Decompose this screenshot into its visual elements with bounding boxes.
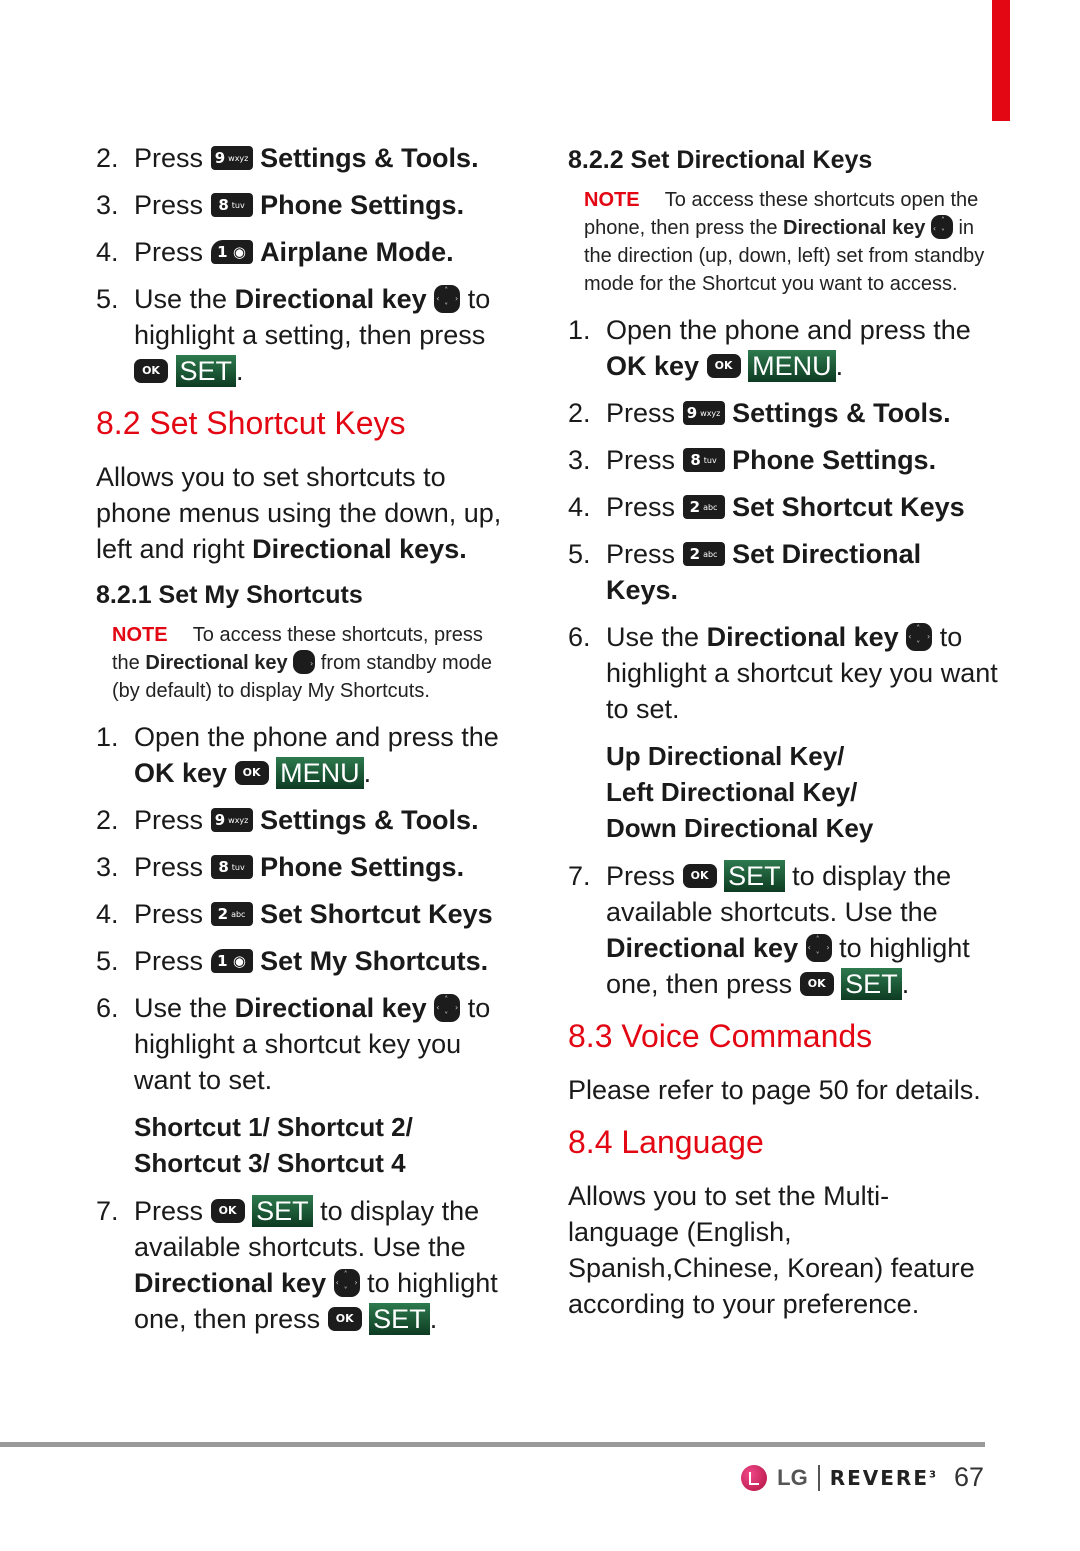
key-9-icon: 9 wxyz (210, 807, 253, 832)
step-2: 2. Press 9 wxyz Settings & Tools. (96, 143, 479, 173)
section-title-8-2-2: 8.2.2 Set Directional Keys (568, 146, 873, 174)
key-8-icon: 8 tuv (682, 447, 725, 472)
lg-wordmark: LG (777, 1464, 808, 1490)
ok-key-icon: OK (799, 971, 834, 996)
step-1: 1. Open the phone and press the OK key O… (96, 722, 499, 789)
page-footer: LG REVERE3 67 (741, 1462, 984, 1493)
note-8-2-2: NOTE To access these shortcuts open the … (584, 189, 985, 295)
step-5: 5. Press 1 ◉ Set My Shortcuts. (96, 946, 489, 976)
softkey-set: SET (841, 967, 902, 1000)
directional-key-icon: ˄ ˅ ‹ › (434, 284, 461, 313)
product-name: REVERE3 (829, 1465, 938, 1490)
ok-key-icon: OK (134, 358, 168, 383)
key-9-icon: 9 wxyz (210, 145, 253, 170)
key-1-voicemail-icon: 1 ◉ (210, 239, 253, 264)
section-title-8-2: 8.2 Set Shortcut Keys (96, 405, 406, 441)
section-desc-8-3: Please refer to page 50 for details. (568, 1075, 981, 1105)
directional-key-icon: ˄ ˅ ‹ (930, 214, 953, 239)
directional-key-icon: ˄ ˅ ‹ › (906, 622, 933, 651)
ok-key-icon: OK (682, 863, 717, 888)
key-2-icon: 2 abc (682, 541, 725, 566)
key-1-voicemail-icon: 1 ◉ (210, 948, 253, 973)
ok-key-icon: OK (327, 1306, 362, 1331)
step-3: 3. Press 8 tuv Phone Settings. (96, 190, 465, 220)
key-8-icon: 8 tuv (210, 854, 253, 879)
step-4: 4. Press 2 abc Set Shortcut Keys (96, 899, 493, 929)
section-title-8-2-1: 8.2.1 Set My Shortcuts (96, 581, 363, 609)
directional-key-options: Up Directional Key/ Left Directional Key… (606, 741, 874, 843)
step-2: 2. Press 9 wxyz Settings & Tools. (96, 805, 479, 835)
left-column: 2. Press 9 wxyz Settings & Tools. 3. Pres… (96, 140, 516, 1348)
ok-key-icon: OK (706, 353, 741, 378)
key-2-icon: 2 abc (682, 494, 725, 519)
key-2-icon: 2 abc (210, 901, 253, 926)
softkey-menu: MENU (276, 756, 364, 789)
note-8-2-1: NOTE To access these shortcuts, press th… (112, 624, 492, 702)
section-title-8-3: 8.3 Voice Commands (568, 1018, 873, 1054)
section-desc-8-2: Allows you to set shortcuts to phone men… (96, 462, 502, 564)
ok-key-icon: OK (210, 1198, 245, 1223)
lg-logo-icon (741, 1464, 768, 1491)
step-1: 1. Open the phone and press the OK key O… (568, 315, 971, 382)
step-7: 7. Press OK SET to display the available… (568, 859, 970, 1000)
directional-key-icon: ˄ ˅ ‹ › (333, 1268, 360, 1297)
step-5: 5. Press 2 abc Set Directional Keys. (568, 539, 922, 605)
step-6: 6. Use the Directional key ˄ ˅ ‹ › to highl… (568, 622, 998, 724)
step-3: 3. Press 8 tuv Phone Settings. (568, 445, 937, 475)
page-number: 67 (953, 1462, 984, 1492)
step-2: 2. Press 9 wxyz Settings & Tools. (568, 398, 951, 428)
step-5: 5. Use the Directional key ˄ ˅ ‹ › to highl… (96, 284, 491, 387)
step-4: 4. Press 2 abc Set Shortcut Keys (568, 492, 965, 522)
ok-key-icon: OK (234, 760, 269, 785)
note-label: NOTE (584, 189, 640, 211)
softkey-set: SET (369, 1302, 430, 1335)
softkey-set: SET (175, 354, 237, 387)
note-label: NOTE (112, 624, 168, 646)
right-column: 8.2.2 Set Directional Keys NOTE To acces… (568, 140, 998, 1332)
step-4: 4. Press 1 ◉ Airplane Mode. (96, 237, 454, 267)
softkey-set: SET (252, 1194, 313, 1227)
footer-rule (0, 1442, 985, 1447)
key-8-icon: 8 tuv (210, 192, 253, 217)
shortcut-options: Shortcut 1/ Shortcut 2/ Shortcut 3/ Shor… (134, 1112, 413, 1178)
softkey-set: SET (724, 859, 785, 892)
step-3: 3. Press 8 tuv Phone Settings. (96, 852, 465, 882)
section-desc-8-4: Allows you to set the Multi-language (En… (568, 1181, 975, 1319)
step-7: 7. Press OK SET to display the available… (96, 1194, 498, 1335)
section-title-8-4: 8.4 Language (568, 1124, 764, 1160)
chapter-tab-marker (992, 0, 1010, 121)
directional-key-icon: › (293, 649, 316, 674)
directional-key-icon: ˄ ˅ ‹ › (434, 993, 461, 1022)
footer-separator (817, 1464, 820, 1491)
key-9-icon: 9 wxyz (682, 400, 725, 425)
directional-key-icon: ˄ ˅ ‹ › (805, 933, 832, 962)
softkey-menu: MENU (748, 349, 836, 382)
step-6: 6. Use the Directional key ˄ ˅ ‹ › to highl… (96, 993, 491, 1095)
